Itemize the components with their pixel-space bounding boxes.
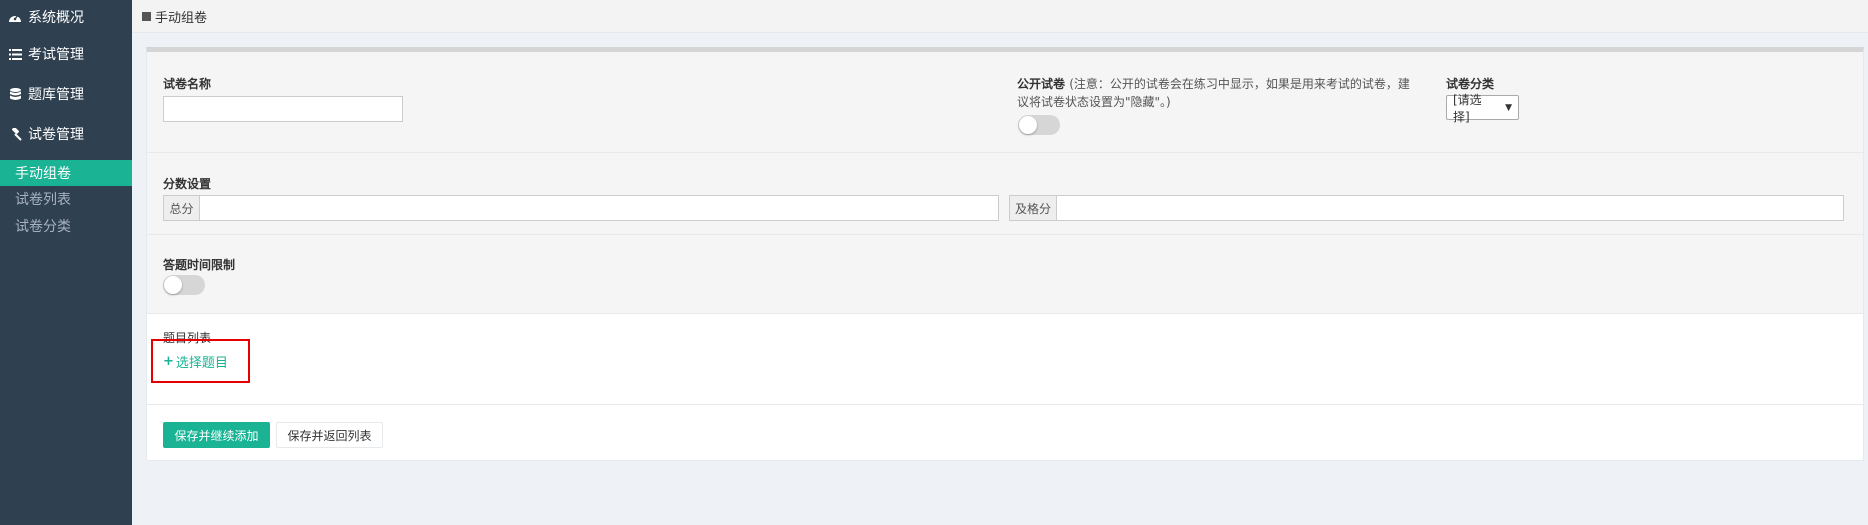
highlight-box — [151, 339, 250, 383]
basic-info-section: 试卷名称 公开试卷 (注意：公开的试卷会在练习中显示，如果是用来考试的试卷，建 … — [147, 52, 1863, 153]
score-label: 分数设置 — [163, 177, 212, 191]
database-icon — [8, 87, 22, 101]
category-select[interactable]: [请选择] ▼ — [1446, 93, 1519, 124]
time-limit-label: 答题时间限制 — [163, 258, 236, 272]
time-limit-section: 答题时间限制 — [147, 235, 1863, 314]
pass-score-addon: 及格分 — [1009, 195, 1057, 221]
sidebar-item-exam[interactable]: 考试管理 — [0, 39, 132, 69]
sidebar-subitem-paper-list[interactable]: 试卷列表 — [0, 186, 132, 212]
sidebar-item-bank[interactable]: 题库管理 — [0, 79, 132, 109]
sidebar-item-label: 试卷管理 — [28, 127, 84, 143]
form-panel: 试卷名称 公开试卷 (注意：公开的试卷会在练习中显示，如果是用来考试的试卷，建 … — [146, 47, 1864, 461]
save-return-button[interactable]: 保存并返回列表 — [276, 422, 383, 448]
total-score-addon: 总分 — [163, 195, 200, 221]
sidebar-subitem-label: 手动组卷 — [15, 166, 71, 182]
sidebar-item-label: 考试管理 — [28, 47, 84, 63]
category-label: 试卷分类 — [1446, 77, 1495, 91]
public-paper-title: 公开试卷 — [1017, 77, 1066, 91]
sidebar-item-label: 系统概况 — [28, 10, 84, 26]
dashboard-icon — [8, 10, 22, 24]
breadcrumb: 手动组卷 — [132, 0, 1868, 33]
sidebar-item-overview[interactable]: 系统概况 — [0, 2, 132, 32]
public-paper-hint: (注意：公开的试卷会在练习中显示，如果是用来考试的试卷，建 — [1069, 77, 1410, 91]
paper-name-input[interactable] — [163, 96, 403, 122]
public-paper-hint-cont: 议将试卷状态设置为"隐藏"。) — [1017, 95, 1171, 109]
save-continue-button[interactable]: 保存并继续添加 — [163, 422, 270, 448]
list-icon — [8, 47, 22, 61]
public-paper-toggle[interactable] — [1018, 115, 1060, 135]
paper-name-label: 试卷名称 — [163, 77, 212, 91]
sidebar-subitem-manual-compose[interactable]: 手动组卷 — [0, 160, 132, 186]
category-selected: [请选择] — [1453, 92, 1482, 124]
caret-down-icon: ▼ — [1505, 102, 1512, 113]
time-limit-toggle[interactable] — [163, 275, 205, 295]
toggle-knob — [164, 276, 182, 294]
score-section: 分数设置 总分 及格分 — [147, 153, 1863, 235]
sidebar-subitem-label: 试卷列表 — [15, 192, 71, 208]
total-score-input[interactable] — [199, 195, 999, 221]
square-icon — [142, 11, 151, 21]
sidebar-item-paper[interactable]: 试卷管理 — [0, 119, 132, 149]
questions-section: 题目列表 + 选择题目 — [147, 314, 1863, 405]
gavel-icon — [8, 127, 22, 141]
sidebar: 系统概况 考试管理 题库管理 试卷管理 手动组卷 试卷列表 试卷分类 — [0, 0, 132, 525]
toggle-knob — [1019, 116, 1037, 134]
sidebar-item-label: 题库管理 — [28, 87, 84, 103]
pass-score-input[interactable] — [1056, 195, 1844, 221]
breadcrumb-label: 手动组卷 — [155, 10, 208, 26]
sidebar-subitem-paper-category[interactable]: 试卷分类 — [0, 213, 132, 239]
sidebar-subitem-label: 试卷分类 — [15, 219, 71, 235]
